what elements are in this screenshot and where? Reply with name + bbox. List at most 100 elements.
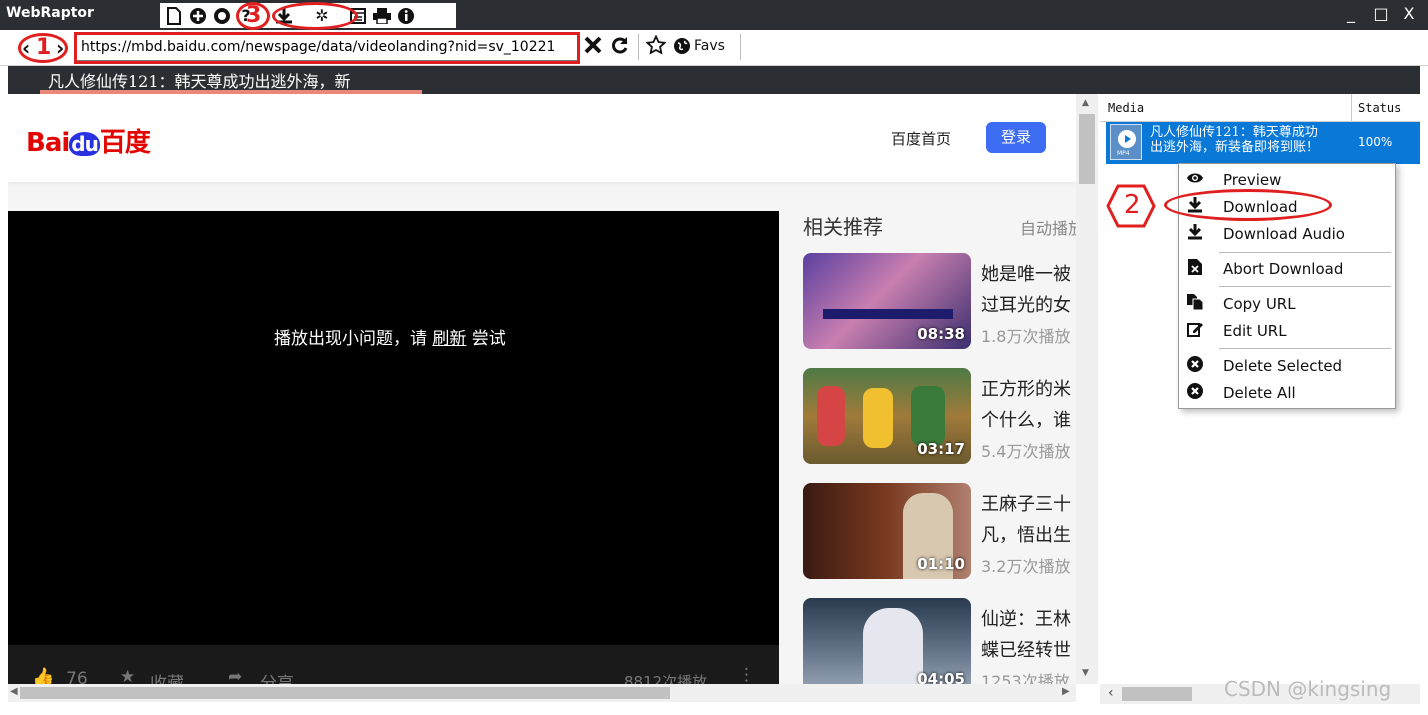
video-views: 3.2万次播放 [981,557,1071,576]
webraptor-window: { "window": {"title": "WebRaptor", "min"… [0,0,1428,715]
scroll-up-arrow[interactable]: ▲ [1082,98,1089,108]
column-status[interactable]: Status [1358,101,1401,115]
thumbnail-figure [863,608,923,684]
collect-label[interactable]: 收藏 [150,669,184,684]
thumbnail-figure [863,388,893,448]
scrollbar-thumb[interactable] [20,687,670,699]
video-duration: 08:38 [917,325,965,343]
eye-icon [1185,170,1205,188]
scrollbar-thumb[interactable] [1079,114,1095,184]
app-title: WebRaptor [6,5,94,21]
related-video-card[interactable]: 01:10 王麻子三十 凡，悟出生 3.2万次播放 [803,483,1076,579]
globe-icon [674,38,690,54]
web-page: Bai du百度 百度首页 登录 播放出现小问题，请 刷新 尝试 👍 76 ★ 收… [8,94,1076,684]
star-icon[interactable] [645,34,667,60]
abort-icon [1185,259,1205,279]
page-vertical-scrollbar[interactable]: ▲ ▼ [1076,94,1098,684]
video-views: 1253次播放 [981,672,1070,684]
media-list-item[interactable]: MP4 凡人修仙传121：韩天尊成功 出逃外海，新装备即将到账！ 100% [1106,122,1420,164]
play-count: 8812次播放 [624,673,708,684]
login-button[interactable]: 登录 [986,122,1046,153]
refresh-link[interactable]: 刷新 [432,329,466,349]
autoplay-toggle[interactable]: 自动播放 [1020,215,1076,239]
baidu-header: Bai du百度 百度首页 登录 [8,94,1076,182]
related-video-card[interactable]: 03:17 正方形的米 个什么，谁 5.4万次播放 [803,368,1076,464]
media-item-name: 凡人修仙传121：韩天尊成功 出逃外海，新装备即将到账！ [1150,125,1320,155]
page-horizontal-scrollbar[interactable]: ◀ ▶ [8,684,1076,702]
tab-strip: 凡人修仙传121：韩天尊成功出逃外海，新 [8,66,1420,94]
baidu-home-link[interactable]: 百度首页 [891,128,951,149]
like-icon[interactable]: 👍 [32,667,54,684]
scroll-left-arrow[interactable]: ◀ [10,686,18,697]
download-icon [1185,224,1205,244]
thumbnail-figure [817,386,845,446]
close-button[interactable]: X [1398,4,1420,23]
new-page-icon[interactable] [164,6,184,26]
menu-item-download-audio[interactable]: Download Audio [1179,222,1395,246]
related-heading: 相关推荐 [803,215,883,239]
share-icon[interactable]: ➦ [228,667,242,684]
maximize-button[interactable]: □ [1370,4,1392,23]
menu-item-edit-url[interactable]: Edit URL [1179,319,1395,343]
delete-icon [1185,383,1205,403]
media-list-header: Media Status [1100,94,1420,122]
logo-text-cn: 百度 [99,128,151,158]
scrollbar-thumb[interactable] [1122,687,1192,701]
menu-item-copy-url[interactable]: Copy URL [1179,292,1395,316]
favs-button[interactable]: Favs [673,37,725,55]
info-icon[interactable] [396,6,416,26]
annotation-number-1: 1 [36,35,52,60]
video-duration: 04:05 [917,670,965,684]
related-video-card[interactable]: 04:05 仙逆：王林 蝶已经转世 1253次播放 [803,598,1076,684]
menu-separator [1219,252,1391,253]
menu-item-abort-download[interactable]: Abort Download [1179,257,1395,281]
video-title: 她是唯一被 过耳光的女 [981,264,1071,316]
watermark: CSDN @kingsing [1224,677,1392,701]
related-video-card[interactable]: 08:38 她是唯一被 过耳光的女 1.8万次播放 [803,253,1076,349]
edit-icon [1185,321,1205,341]
video-thumbnail: 01:10 [803,483,971,579]
share-label[interactable]: 分享 [260,669,294,684]
column-divider [1351,94,1352,122]
menu-item-delete-all[interactable]: Delete All [1179,381,1395,405]
menu-label: Delete Selected [1223,357,1343,375]
annotation-url-box [74,32,580,64]
video-thumbnail: 03:17 [803,368,971,464]
video-player[interactable]: 播放出现小问题，请 刷新 尝试 [8,211,779,645]
globe-icon[interactable] [212,6,232,26]
menu-item-delete-selected[interactable]: Delete Selected [1179,354,1395,378]
annotation-download-menu-oval [1164,189,1332,221]
video-thumbnail: 04:05 [803,598,971,684]
add-icon[interactable] [188,6,208,26]
msg-text: 播放出现小问题，请 [274,329,433,349]
menu-label: Abort Download [1223,260,1344,278]
scroll-right-arrow[interactable]: ▶ [1062,686,1070,697]
video-views: 1.8万次播放 [981,327,1071,346]
stop-icon[interactable] [583,35,603,60]
video-action-bar: 👍 76 ★ 收藏 ➦ 分享 8812次播放 ⋮ [8,645,779,684]
msg-text: 尝试 [466,329,506,349]
tab-title[interactable]: 凡人修仙传121：韩天尊成功出逃外海，新 [48,68,351,92]
print-icon[interactable] [372,6,392,26]
baidu-logo[interactable]: Bai du百度 [26,122,151,159]
menu-item-preview[interactable]: Preview [1179,168,1395,192]
like-count: 76 [66,669,88,684]
scroll-left-arrow[interactable]: ‹ [1108,685,1114,701]
more-icon[interactable]: ⋮ [738,665,755,684]
menu-label: Edit URL [1223,322,1287,340]
column-media[interactable]: Media [1108,101,1144,115]
video-title: 王麻子三十 凡，悟出生 [981,494,1071,546]
minimize-button[interactable]: _ [1340,4,1362,23]
annotation-number-2: 2 [1124,190,1141,220]
video-duration: 01:10 [917,555,965,573]
logo-text-bai: Bai [26,128,70,158]
star-icon[interactable]: ★ [120,667,135,684]
title-bar: WebRaptor ? ✲ _ □ X [0,0,1428,30]
video-duration: 03:17 [917,440,965,458]
menu-label: Download Audio [1223,225,1345,243]
refresh-icon[interactable] [610,35,630,60]
scroll-down-arrow[interactable]: ▼ [1082,668,1089,678]
menu-separator [1219,348,1391,349]
menu-separator [1219,286,1391,287]
toolbar-divider [638,34,639,60]
